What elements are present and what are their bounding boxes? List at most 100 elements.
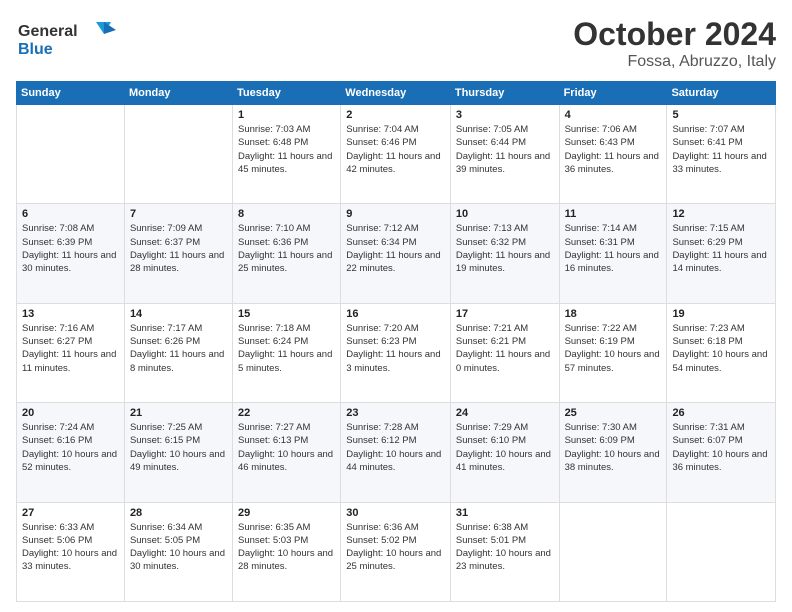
calendar-cell: 27Sunrise: 6:33 AMSunset: 5:06 PMDayligh…: [17, 502, 125, 601]
calendar-cell: 30 Sunrise: 6:36 AMSunset: 5:02 PMDayligh…: [341, 502, 451, 601]
day-detail: Sunrise: 7:23 AMSunset: 6:18 PMDaylight:…: [672, 322, 770, 375]
calendar-cell: 5 Sunrise: 7:07 AMSunset: 6:41 PMDaylight…: [667, 105, 776, 204]
day-number: 1: [238, 109, 335, 121]
day-number: 20: [22, 407, 119, 419]
calendar-cell: 2Sunrise: 7:04 AMSunset: 6:46 PMDaylight…: [341, 105, 451, 204]
page: General Blue October 2024 Fossa, Abruzzo…: [0, 0, 792, 612]
day-number: 11: [565, 208, 662, 220]
calendar-cell: [559, 502, 667, 601]
day-number: 8: [238, 208, 335, 220]
day-detail: Sunrise: 7:24 AMSunset: 6:16 PMDaylight:…: [22, 421, 119, 474]
calendar-cell: 17 Sunrise: 7:21 AMSunset: 6:21 PMDayligh…: [450, 303, 559, 402]
calendar-cell: 16 Sunrise: 7:20 AMSunset: 6:23 PMDayligh…: [341, 303, 451, 402]
day-number: 5: [672, 109, 770, 121]
day-number: 26: [672, 407, 770, 419]
day-number: 6: [22, 208, 119, 220]
col-sunday: Sunday: [17, 82, 125, 105]
day-detail: Sunrise: 7:25 AMSunset: 6:15 PMDaylight:…: [130, 421, 227, 474]
calendar-cell: 23Sunrise: 7:28 AMSunset: 6:12 PMDayligh…: [341, 403, 451, 502]
day-number: 12: [672, 208, 770, 220]
calendar-cell: 18Sunrise: 7:22 AMSunset: 6:19 PMDayligh…: [559, 303, 667, 402]
day-detail: Sunrise: 7:15 AMSunset: 6:29 PMDaylight:…: [672, 222, 770, 275]
calendar-cell: 19 Sunrise: 7:23 AMSunset: 6:18 PMDayligh…: [667, 303, 776, 402]
day-detail: Sunrise: 6:33 AMSunset: 5:06 PMDaylight:…: [22, 521, 119, 574]
day-number: 16: [346, 308, 445, 320]
day-detail: Sunrise: 7:03 AMSunset: 6:48 PMDaylight:…: [238, 123, 335, 176]
day-detail: Sunrise: 7:17 AMSunset: 6:26 PMDaylight:…: [130, 322, 227, 375]
day-detail: Sunrise: 6:34 AMSunset: 5:05 PMDaylight:…: [130, 521, 227, 574]
day-number: 15: [238, 308, 335, 320]
calendar-cell: 29Sunrise: 6:35 AMSunset: 5:03 PMDayligh…: [233, 502, 341, 601]
calendar-cell: 20 Sunrise: 7:24 AMSunset: 6:16 PMDayligh…: [17, 403, 125, 502]
col-tuesday: Tuesday: [233, 82, 341, 105]
day-number: 3: [456, 109, 554, 121]
day-number: 17: [456, 308, 554, 320]
day-number: 31: [456, 507, 554, 519]
title-block: October 2024 Fossa, Abruzzo, Italy: [573, 16, 776, 71]
col-saturday: Saturday: [667, 82, 776, 105]
col-monday: Monday: [124, 82, 232, 105]
day-number: 10: [456, 208, 554, 220]
sub-title: Fossa, Abruzzo, Italy: [573, 53, 776, 71]
day-detail: Sunrise: 7:06 AMSunset: 6:43 PMDaylight:…: [565, 123, 662, 176]
calendar-cell: 4Sunrise: 7:06 AMSunset: 6:43 PMDaylight…: [559, 105, 667, 204]
day-number: 30: [346, 507, 445, 519]
day-number: 19: [672, 308, 770, 320]
calendar-cell: [17, 105, 125, 204]
day-number: 13: [22, 308, 119, 320]
calendar-cell: 9Sunrise: 7:12 AMSunset: 6:34 PMDaylight…: [341, 204, 451, 303]
calendar-header-row: Sunday Monday Tuesday Wednesday Thursday…: [17, 82, 776, 105]
week-row-3: 13 Sunrise: 7:16 AMSunset: 6:27 PMDayligh…: [17, 303, 776, 402]
calendar-cell: 3 Sunrise: 7:05 AMSunset: 6:44 PMDaylight…: [450, 105, 559, 204]
day-number: 25: [565, 407, 662, 419]
calendar-cell: 8 Sunrise: 7:10 AMSunset: 6:36 PMDaylight…: [233, 204, 341, 303]
day-detail: Sunrise: 7:07 AMSunset: 6:41 PMDaylight:…: [672, 123, 770, 176]
day-detail: Sunrise: 7:31 AMSunset: 6:07 PMDaylight:…: [672, 421, 770, 474]
day-number: 29: [238, 507, 335, 519]
calendar-cell: 25Sunrise: 7:30 AMSunset: 6:09 PMDayligh…: [559, 403, 667, 502]
day-number: 23: [346, 407, 445, 419]
main-title: October 2024: [573, 16, 776, 53]
col-thursday: Thursday: [450, 82, 559, 105]
week-row-5: 27Sunrise: 6:33 AMSunset: 5:06 PMDayligh…: [17, 502, 776, 601]
calendar-cell: 12 Sunrise: 7:15 AMSunset: 6:29 PMDayligh…: [667, 204, 776, 303]
day-number: 24: [456, 407, 554, 419]
calendar-cell: 28 Sunrise: 6:34 AMSunset: 5:05 PMDayligh…: [124, 502, 232, 601]
day-detail: Sunrise: 7:10 AMSunset: 6:36 PMDaylight:…: [238, 222, 335, 275]
day-number: 7: [130, 208, 227, 220]
header: General Blue October 2024 Fossa, Abruzzo…: [16, 16, 776, 71]
day-detail: Sunrise: 7:16 AMSunset: 6:27 PMDaylight:…: [22, 322, 119, 375]
day-detail: Sunrise: 7:20 AMSunset: 6:23 PMDaylight:…: [346, 322, 445, 375]
day-number: 18: [565, 308, 662, 320]
calendar-cell: 26 Sunrise: 7:31 AMSunset: 6:07 PMDayligh…: [667, 403, 776, 502]
week-row-2: 6Sunrise: 7:08 AMSunset: 6:39 PMDaylight…: [17, 204, 776, 303]
svg-text:General: General: [18, 23, 78, 40]
day-number: 2: [346, 109, 445, 121]
calendar-cell: 13 Sunrise: 7:16 AMSunset: 6:27 PMDayligh…: [17, 303, 125, 402]
day-detail: Sunrise: 7:09 AMSunset: 6:37 PMDaylight:…: [130, 222, 227, 275]
week-row-4: 20 Sunrise: 7:24 AMSunset: 6:16 PMDayligh…: [17, 403, 776, 502]
calendar-cell: 14 Sunrise: 7:17 AMSunset: 6:26 PMDayligh…: [124, 303, 232, 402]
calendar-cell: 24 Sunrise: 7:29 AMSunset: 6:10 PMDayligh…: [450, 403, 559, 502]
day-detail: Sunrise: 7:29 AMSunset: 6:10 PMDaylight:…: [456, 421, 554, 474]
day-detail: Sunrise: 7:13 AMSunset: 6:32 PMDaylight:…: [456, 222, 554, 275]
calendar-cell: 21 Sunrise: 7:25 AMSunset: 6:15 PMDayligh…: [124, 403, 232, 502]
calendar-cell: 1 Sunrise: 7:03 AMSunset: 6:48 PMDaylight…: [233, 105, 341, 204]
day-number: 21: [130, 407, 227, 419]
day-detail: Sunrise: 7:18 AMSunset: 6:24 PMDaylight:…: [238, 322, 335, 375]
day-detail: Sunrise: 6:36 AMSunset: 5:02 PMDaylight:…: [346, 521, 445, 574]
day-detail: Sunrise: 7:27 AMSunset: 6:13 PMDaylight:…: [238, 421, 335, 474]
svg-text:Blue: Blue: [18, 41, 53, 58]
day-detail: Sunrise: 7:12 AMSunset: 6:34 PMDaylight:…: [346, 222, 445, 275]
calendar-cell: 7 Sunrise: 7:09 AMSunset: 6:37 PMDaylight…: [124, 204, 232, 303]
day-number: 28: [130, 507, 227, 519]
calendar-cell: 31Sunrise: 6:38 AMSunset: 5:01 PMDayligh…: [450, 502, 559, 601]
calendar-cell: 6Sunrise: 7:08 AMSunset: 6:39 PMDaylight…: [17, 204, 125, 303]
calendar-cell: 22Sunrise: 7:27 AMSunset: 6:13 PMDayligh…: [233, 403, 341, 502]
day-detail: Sunrise: 7:21 AMSunset: 6:21 PMDaylight:…: [456, 322, 554, 375]
day-detail: Sunrise: 7:05 AMSunset: 6:44 PMDaylight:…: [456, 123, 554, 176]
col-wednesday: Wednesday: [341, 82, 451, 105]
logo: General Blue: [16, 16, 126, 65]
day-number: 14: [130, 308, 227, 320]
calendar-cell: 11Sunrise: 7:14 AMSunset: 6:31 PMDayligh…: [559, 204, 667, 303]
